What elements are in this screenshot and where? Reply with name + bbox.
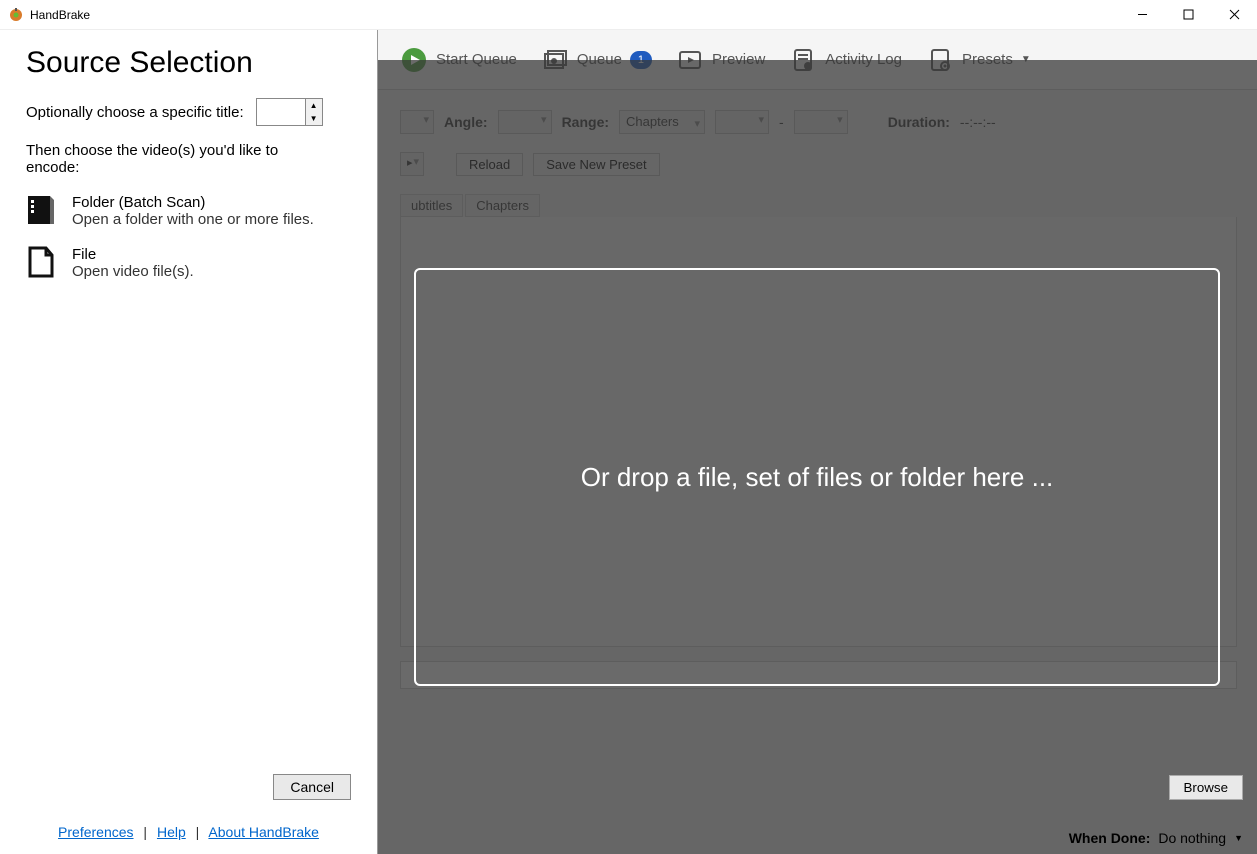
range-from-select[interactable] bbox=[715, 110, 769, 134]
titlebar: HandBrake bbox=[0, 0, 1257, 30]
tab-chapters[interactable]: Chapters bbox=[465, 194, 540, 217]
folder-icon bbox=[26, 194, 56, 226]
save-new-preset-button[interactable]: Save New Preset bbox=[533, 153, 659, 176]
choose-folder[interactable]: Folder (Batch Scan) Open a folder with o… bbox=[26, 194, 351, 228]
title-choice-label: Optionally choose a specific title: bbox=[26, 104, 244, 121]
window-minimize-button[interactable] bbox=[1119, 0, 1165, 30]
activity-log-icon bbox=[789, 46, 817, 74]
file-icon bbox=[26, 246, 56, 278]
footer-links: Preferences | Help | About HandBrake bbox=[26, 824, 351, 840]
presets-icon bbox=[926, 46, 954, 74]
title-number-spinner[interactable]: ▲ ▼ bbox=[256, 98, 323, 126]
duration-value: --:--:-- bbox=[960, 114, 996, 130]
choose-folder-sub: Open a folder with one or more files. bbox=[72, 211, 314, 228]
queue-icon bbox=[541, 46, 569, 74]
cancel-button[interactable]: Cancel bbox=[273, 774, 351, 800]
toolbar-presets[interactable]: Presets ▼ bbox=[926, 46, 1031, 74]
toolbar-queue-label: Queue bbox=[577, 51, 622, 68]
choose-file-sub: Open video file(s). bbox=[72, 263, 194, 280]
preview-icon bbox=[676, 46, 704, 74]
queue-count-badge: 1 bbox=[630, 51, 652, 69]
duration-label: Duration: bbox=[888, 114, 950, 130]
play-icon bbox=[400, 46, 428, 74]
range-type-select[interactable]: Chapters bbox=[619, 110, 705, 134]
window-maximize-button[interactable] bbox=[1165, 0, 1211, 30]
help-link[interactable]: Help bbox=[157, 824, 186, 840]
title-spin-up[interactable]: ▲ bbox=[306, 99, 322, 112]
when-done-row: When Done: Do nothing ▼ bbox=[1069, 830, 1243, 846]
panel-helper-text: Then choose the video(s) you'd like to e… bbox=[26, 142, 326, 176]
handbrake-app-icon bbox=[8, 7, 24, 23]
title-spin-down[interactable]: ▼ bbox=[306, 112, 322, 125]
reload-button[interactable]: Reload bbox=[456, 153, 523, 176]
about-link[interactable]: About HandBrake bbox=[208, 824, 319, 840]
preset-expand[interactable]: ▸ bbox=[400, 152, 424, 176]
toolbar-preview-label: Preview bbox=[712, 51, 765, 68]
choose-file[interactable]: File Open video file(s). bbox=[26, 246, 351, 280]
tab-subtitles[interactable]: ubtitles bbox=[400, 194, 463, 217]
when-done-value[interactable]: Do nothing bbox=[1158, 830, 1226, 846]
preferences-link[interactable]: Preferences bbox=[58, 824, 133, 840]
browse-button[interactable]: Browse bbox=[1169, 775, 1243, 800]
angle-select[interactable] bbox=[498, 110, 552, 134]
chevron-down-icon: ▼ bbox=[1021, 54, 1031, 65]
title-number-input[interactable] bbox=[257, 99, 305, 125]
angle-label: Angle: bbox=[444, 114, 488, 130]
choose-file-title: File bbox=[72, 246, 194, 263]
toolbar-activity-log[interactable]: Activity Log bbox=[789, 46, 902, 74]
title-select[interactable] bbox=[400, 110, 434, 134]
when-done-label: When Done: bbox=[1069, 830, 1151, 846]
toolbar-activity-log-label: Activity Log bbox=[825, 51, 902, 68]
toolbar-queue[interactable]: Queue 1 bbox=[541, 46, 652, 74]
toolbar-presets-label: Presets bbox=[962, 51, 1013, 68]
range-dash: - bbox=[779, 114, 784, 130]
range-to-select[interactable] bbox=[794, 110, 848, 134]
chevron-down-icon: ▼ bbox=[1234, 833, 1243, 843]
drop-zone-text: Or drop a file, set of files or folder h… bbox=[581, 462, 1054, 493]
window-close-button[interactable] bbox=[1211, 0, 1257, 30]
toolbar-start-queue-label: Start Queue bbox=[436, 51, 517, 68]
drop-zone[interactable]: Or drop a file, set of files or folder h… bbox=[414, 268, 1220, 686]
choose-folder-title: Folder (Batch Scan) bbox=[72, 194, 314, 211]
source-selection-panel: Source Selection Optionally choose a spe… bbox=[0, 30, 378, 854]
toolbar-start-queue[interactable]: Start Queue bbox=[400, 46, 517, 74]
panel-heading: Source Selection bbox=[26, 46, 351, 80]
range-label: Range: bbox=[562, 114, 609, 130]
toolbar-preview[interactable]: Preview bbox=[676, 46, 765, 74]
window-title: HandBrake bbox=[30, 8, 90, 22]
